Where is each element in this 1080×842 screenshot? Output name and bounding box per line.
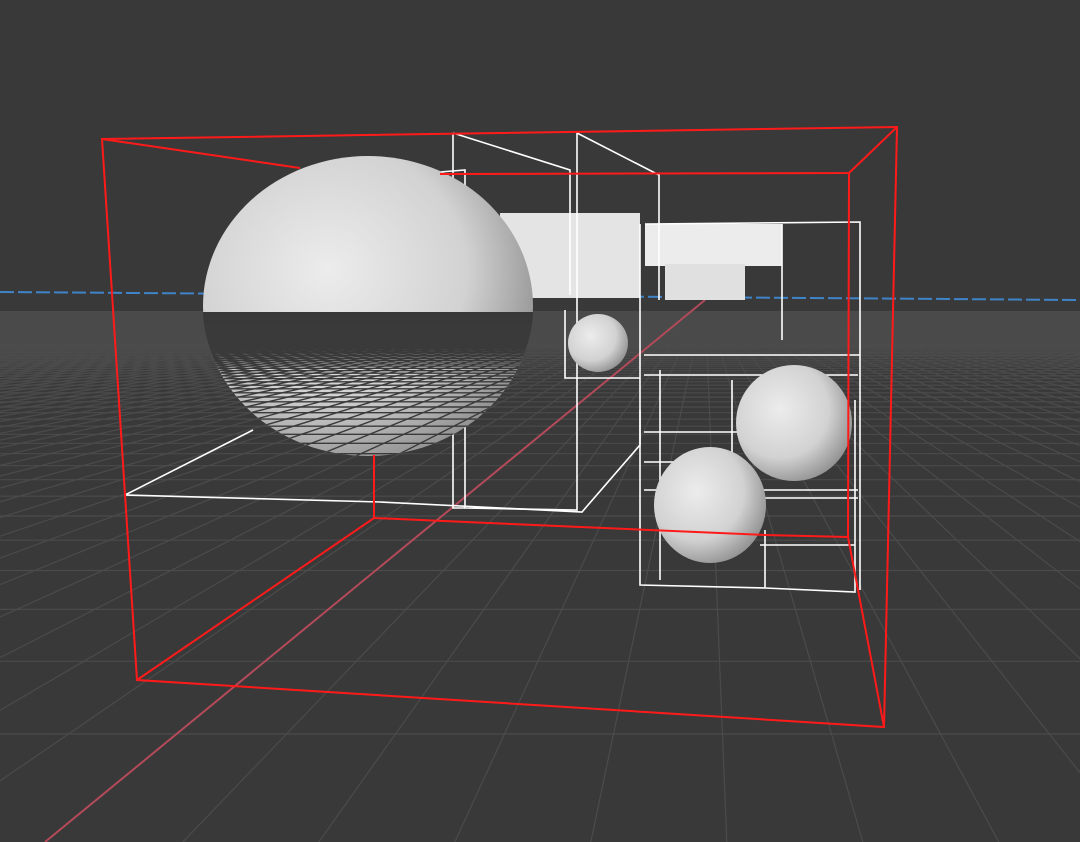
box-solid-back[interactable] bbox=[500, 213, 782, 300]
ground-grid bbox=[0, 311, 1080, 842]
grid-line bbox=[704, 311, 728, 842]
sphere-right-lower[interactable] bbox=[654, 447, 766, 563]
grid-line bbox=[590, 311, 703, 842]
scene-canvas[interactable] bbox=[0, 0, 1080, 842]
sphere-small-back[interactable] bbox=[568, 314, 628, 372]
3d-viewport[interactable] bbox=[0, 0, 1080, 842]
sphere-right-upper[interactable] bbox=[736, 365, 852, 481]
